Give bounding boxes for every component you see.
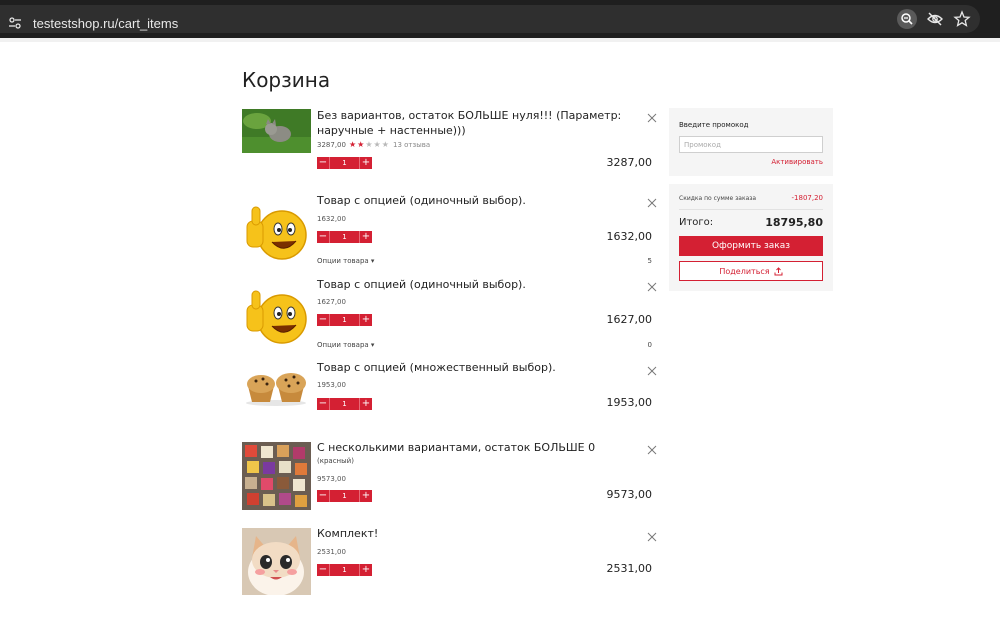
close-icon[interactable]	[647, 282, 657, 292]
product-name[interactable]: Товар с опцией (одиночный выбор).	[317, 277, 627, 292]
line-total: 9573,00	[606, 488, 653, 501]
decrease-button[interactable]: −	[317, 314, 329, 326]
product-name[interactable]: Комплект!	[317, 526, 627, 541]
options-label: Опции товара	[317, 257, 369, 265]
cart-item: Товар с опцией (одиночный выбор). 1627,0…	[242, 277, 658, 352]
decrease-button[interactable]: −	[317, 231, 329, 243]
product-name[interactable]: Товар с опцией (множественный выбор).	[317, 360, 627, 375]
options-count: 0	[647, 341, 652, 349]
quantity-stepper: − 1 +	[317, 490, 372, 502]
cart-item: Без вариантов, остаток БОЛЬШЕ нуля!!! (П…	[242, 108, 658, 178]
reviews-link[interactable]: 13 отзыва	[393, 141, 430, 149]
activate-link[interactable]: Активировать	[771, 158, 823, 166]
caret-down-icon: ▾	[370, 257, 375, 265]
share-label: Поделиться	[719, 266, 770, 276]
line-total: 3287,00	[606, 156, 653, 169]
options-label: Опции товара	[317, 341, 369, 349]
unit-price: 1627,00	[317, 298, 346, 306]
quantity-stepper: − 1 +	[317, 314, 372, 326]
order-summary: Скидка по сумме заказа -1807,20 Итого: 1…	[669, 184, 833, 291]
total-label: Итого:	[679, 217, 714, 228]
close-icon[interactable]	[647, 113, 657, 123]
increase-button[interactable]: +	[360, 398, 372, 410]
quantity-stepper: − 1 +	[317, 398, 372, 410]
line-total: 1953,00	[606, 396, 653, 409]
quantity-value[interactable]: 1	[329, 231, 360, 243]
cart-item: Комплект! 2531,00 − 1 + 2531,00	[242, 526, 658, 598]
checkout-button[interactable]: Оформить заказ	[679, 236, 823, 256]
quantity-stepper: − 1 +	[317, 231, 372, 243]
quantity-value[interactable]: 1	[329, 564, 360, 576]
star-filled-icon: ★	[349, 140, 358, 149]
discount-value: -1807,20	[791, 194, 823, 202]
product-name[interactable]: Товар с опцией (одиночный выбор).	[317, 193, 627, 208]
quantity-value[interactable]: 1	[329, 157, 360, 169]
quantity-value[interactable]: 1	[329, 314, 360, 326]
unit-price: 3287,00	[317, 141, 346, 149]
browser-toolbar: testestshop.ru/cart_items	[0, 0, 1000, 38]
quantity-stepper: − 1 +	[317, 157, 372, 169]
decrease-button[interactable]: −	[317, 564, 329, 576]
line-total: 1632,00	[606, 230, 653, 243]
increase-button[interactable]: +	[360, 157, 372, 169]
product-image-muffins[interactable]	[242, 362, 311, 406]
variant-label: (красный)	[317, 457, 354, 465]
url-text[interactable]: testestshop.ru/cart_items	[33, 16, 178, 31]
decrease-button[interactable]: −	[317, 157, 329, 169]
close-icon[interactable]	[647, 366, 657, 376]
address-bar[interactable]: testestshop.ru/cart_items	[0, 5, 980, 33]
product-name[interactable]: Без вариантов, остаток БОЛЬШЕ нуля!!! (П…	[317, 108, 627, 138]
increase-button[interactable]: +	[360, 564, 372, 576]
product-image-smiley[interactable]	[242, 199, 311, 265]
decrease-button[interactable]: −	[317, 490, 329, 502]
summary-divider	[679, 209, 823, 210]
options-count: 5	[647, 257, 652, 265]
increase-button[interactable]: +	[360, 314, 372, 326]
zoom-icon[interactable]	[897, 9, 917, 29]
promo-input[interactable]	[679, 136, 823, 153]
share-button[interactable]: Поделиться	[679, 261, 823, 281]
share-icon	[774, 266, 783, 275]
options-toggle[interactable]: Опции товара ▾	[317, 257, 374, 265]
unit-price: 1632,00	[317, 215, 346, 223]
decrease-button[interactable]: −	[317, 398, 329, 410]
quantity-stepper: − 1 +	[317, 564, 372, 576]
cart-item: Товар с опцией (одиночный выбор). 1632,0…	[242, 193, 658, 268]
line-total: 1627,00	[606, 313, 653, 326]
promo-panel: Введите промокод Активировать	[669, 108, 833, 176]
star-empty-icon: ★	[365, 140, 374, 149]
bookmark-star-icon[interactable]	[952, 9, 972, 29]
unit-price: 1953,00	[317, 381, 346, 389]
unit-price: 2531,00	[317, 548, 346, 556]
product-image-kitten[interactable]	[242, 109, 311, 153]
total-value: 18795,80	[765, 216, 823, 229]
product-name[interactable]: С несколькими вариантами, остаток БОЛЬШЕ…	[317, 440, 627, 455]
unit-price: 9573,00	[317, 475, 346, 483]
product-image-smiley[interactable]	[242, 283, 311, 349]
increase-button[interactable]: +	[360, 231, 372, 243]
caret-down-icon: ▾	[370, 341, 375, 349]
quantity-value[interactable]: 1	[329, 490, 360, 502]
close-icon[interactable]	[647, 532, 657, 542]
product-image-cubes[interactable]	[242, 442, 311, 510]
increase-button[interactable]: +	[360, 490, 372, 502]
close-icon[interactable]	[647, 445, 657, 455]
eye-off-icon[interactable]	[925, 9, 945, 29]
page-title: Корзина	[242, 68, 331, 92]
discount-label: Скидка по сумме заказа	[679, 195, 757, 202]
toolbar-divider	[0, 38, 1000, 42]
options-toggle[interactable]: Опции товара ▾	[317, 341, 374, 349]
rating-stars: ★★★★★	[349, 140, 390, 149]
star-empty-icon: ★	[373, 140, 382, 149]
quantity-value[interactable]: 1	[329, 398, 360, 410]
cart-item: С несколькими вариантами, остаток БОЛЬШЕ…	[242, 440, 658, 512]
site-settings-icon[interactable]	[8, 16, 22, 30]
star-empty-icon: ★	[381, 140, 390, 149]
promo-title: Введите промокод	[679, 121, 749, 129]
product-image-cat[interactable]	[242, 528, 311, 595]
line-total: 2531,00	[606, 562, 653, 575]
close-icon[interactable]	[647, 198, 657, 208]
cart-item: Товар с опцией (множественный выбор). 19…	[242, 360, 658, 420]
